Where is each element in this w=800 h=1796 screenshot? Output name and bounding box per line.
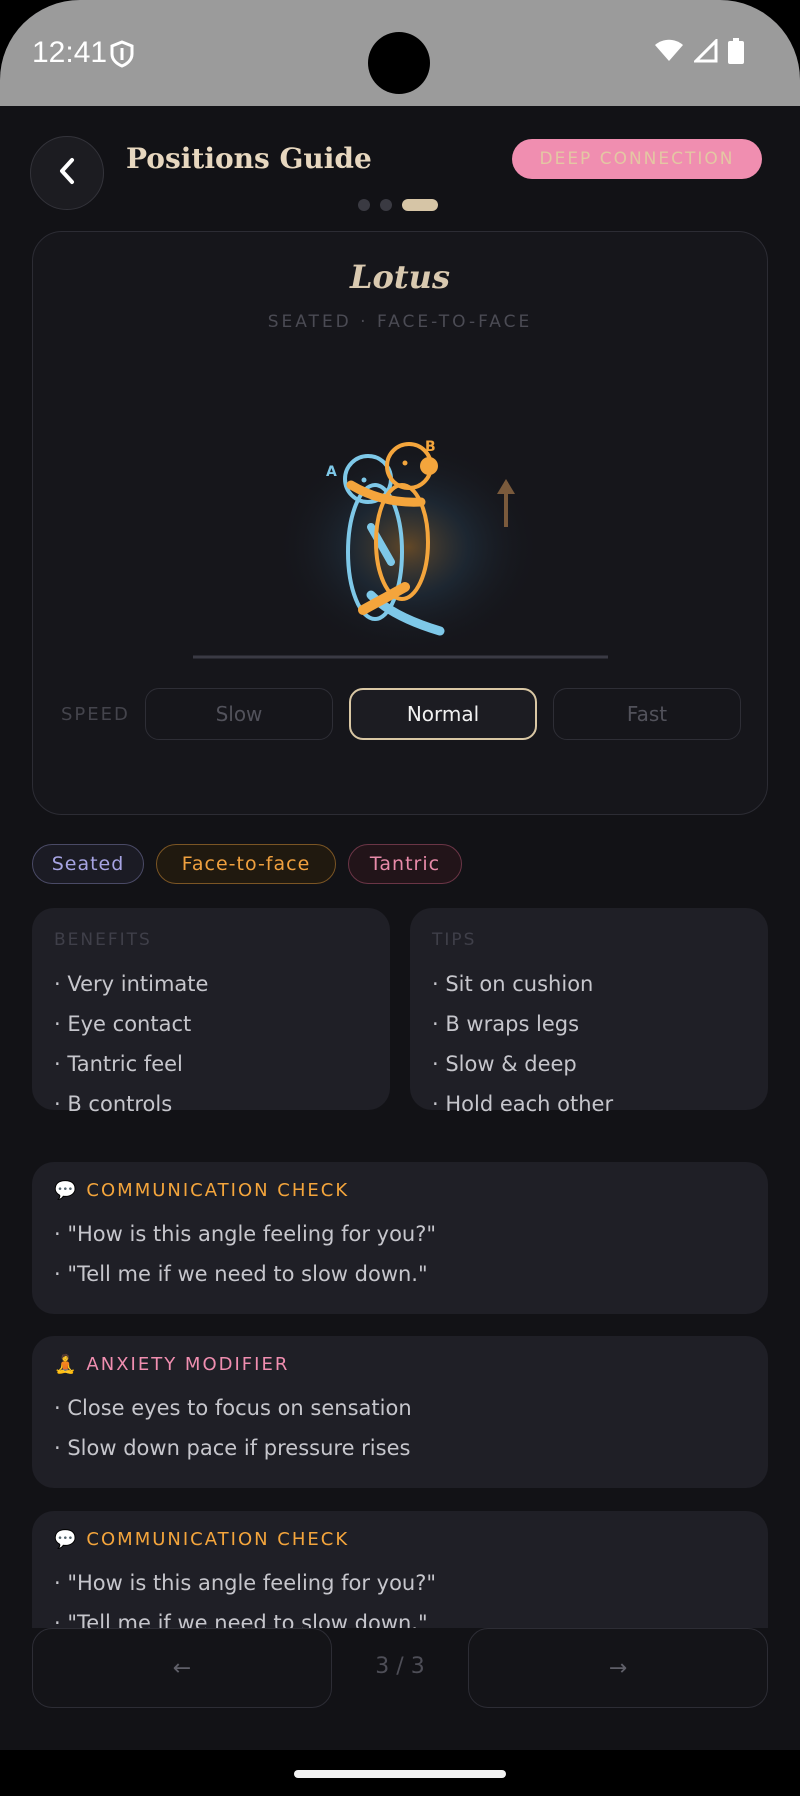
page-dot-active [402,199,438,211]
tag-seated: Seated [32,844,144,884]
speech-bubble-icon: 💬 [54,1529,79,1550]
tip-item: · Slow & deep [432,1052,577,1076]
benefits-panel: BENEFITS · Very intimate · Eye contact ·… [32,908,390,1116]
position-card: Lotus SEATED · FACE-TO-FACE A B SPEED Sl… [32,231,768,815]
anxiety-item: · Slow down pace if pressure rises [54,1436,411,1460]
signal-icon [692,37,718,67]
mode-badge: DEEP CONNECTION [512,139,762,179]
status-time: 12:41 [32,36,108,69]
anxiety-heading: ANXIETY MODIFIER [86,1354,290,1375]
anxiety-modifier-panel: 🧘 ANXIETY MODIFIER · Close eyes to focus… [32,1336,768,1488]
arrow-right-icon: → [608,1655,628,1681]
camera-cutout [368,32,430,94]
benefits-heading: BENEFITS [54,930,152,950]
app-screen: Positions Guide DEEP CONNECTION Lotus SE… [0,106,800,1796]
communication-item: · "How is this angle feeling for you?" [54,1222,437,1246]
tips-panel: TIPS · Sit on cushion · B wraps legs · S… [410,908,768,1116]
communication-heading: COMMUNICATION CHECK [86,1180,350,1201]
previous-button[interactable]: ← [32,1628,332,1708]
speed-slow-button[interactable]: Slow [145,688,333,740]
tag-tantric: Tantric [348,844,462,884]
battery-icon [728,38,744,68]
page-title: Positions Guide [126,142,372,175]
home-indicator[interactable] [294,1770,506,1778]
anxiety-item: · Close eyes to focus on sensation [54,1396,412,1420]
shield-icon [110,40,134,72]
back-button[interactable] [30,136,104,210]
device-frame: 12:41 Positions Guide DEEP CONNECTION Lo… [0,0,800,1796]
benefit-item: · B controls [54,1092,173,1116]
benefit-item: · Eye contact [54,1012,192,1036]
communication-item: · "Tell me if we need to slow down." [54,1262,428,1286]
communication-item: · "How is this angle feeling for you?" [54,1571,437,1595]
arrow-left-icon: ← [172,1655,192,1681]
tip-item: · Sit on cushion [432,972,594,996]
benefit-item: · Very intimate [54,972,209,996]
chevron-left-icon [56,156,78,190]
position-illustration: A B [193,432,613,662]
status-bar: 12:41 [0,0,800,106]
page-dot [380,199,392,211]
speed-fast-button[interactable]: Fast [553,688,741,740]
speed-normal-button[interactable]: Normal [349,688,537,740]
page-counter: 3 / 3 [375,1654,425,1679]
page-dot [358,199,370,211]
tips-heading: TIPS [432,930,477,950]
figure-label-a: A [326,464,337,480]
communication-check-panel: 💬 COMMUNICATION CHECK · "How is this ang… [32,1162,768,1314]
tag-face-to-face: Face-to-face [156,844,336,884]
benefit-item: · Tantric feel [54,1052,183,1076]
position-name: Lotus [350,258,450,296]
bottom-navigation: ← 3 / 3 → [0,1628,800,1738]
wifi-icon [654,39,684,67]
next-button[interactable]: → [468,1628,768,1708]
meditation-icon: 🧘 [54,1354,79,1375]
speed-label: SPEED [61,704,130,725]
position-subtitle: SEATED · FACE-TO-FACE [267,312,533,332]
tip-item: · Hold each other [432,1092,614,1116]
page-indicator [358,199,438,211]
communication-heading: COMMUNICATION CHECK [86,1529,350,1550]
figure-label-b: B [425,439,436,455]
tip-item: · B wraps legs [432,1012,580,1036]
speech-bubble-icon: 💬 [54,1180,79,1201]
